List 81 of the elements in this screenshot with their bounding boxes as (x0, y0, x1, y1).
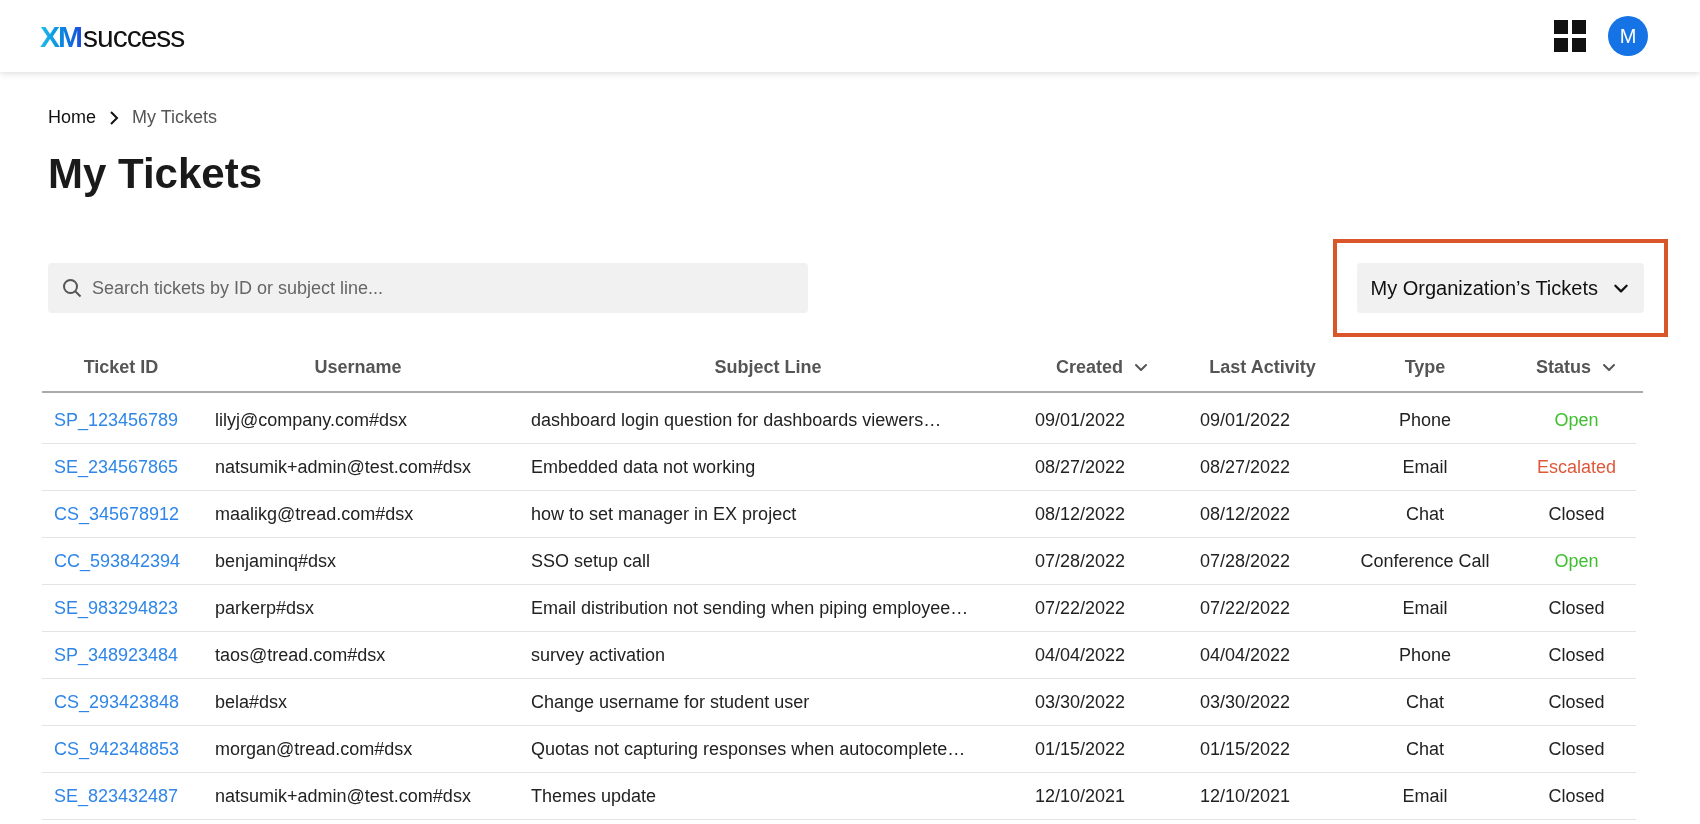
status-text: Closed (1548, 784, 1605, 808)
table-cell-text: how to set manager in EX project (531, 502, 797, 526)
table-cell-text: Embedded data not working (531, 455, 756, 479)
table-cell-text: 08/27/2022 (1035, 455, 1126, 479)
status-text: Closed (1548, 596, 1605, 620)
status-text: Closed (1548, 643, 1605, 667)
column-header: Last Activity (1209, 355, 1316, 379)
user-avatar[interactable]: M (1608, 16, 1648, 56)
column-header[interactable]: Created (1056, 353, 1123, 381)
ticket-link[interactable]: SE_983294823 (54, 597, 179, 618)
search-icon (62, 278, 82, 298)
ticket-link[interactable]: SP_348923484 (54, 644, 179, 665)
table-cell-text: 12/10/2021 (1200, 784, 1291, 808)
table-cell-text: 01/15/2022 (1035, 737, 1126, 761)
table-cell-text: Chat (1406, 502, 1444, 526)
ticket-link[interactable]: CS_345678912 (54, 503, 180, 524)
table-cell-text: bela#dsx (215, 690, 288, 714)
table-cell-text: Quotas not capturing responses when autocomplete… (531, 737, 966, 761)
table-cell-text: Change username for student user (531, 690, 810, 714)
table-cell-text: SSO setup call (531, 549, 651, 573)
ticket-link[interactable]: SE_823432487 (54, 785, 179, 806)
table-cell-text: 08/27/2022 (1200, 455, 1291, 479)
table-cell-text: survey activation (531, 643, 666, 667)
table-cell-text: 07/22/2022 (1035, 596, 1126, 620)
column-header: Username (314, 355, 402, 379)
table-cell-text: 03/30/2022 (1200, 690, 1291, 714)
table-cell-text: 08/12/2022 (1035, 502, 1126, 526)
column-header: Subject Line (714, 355, 822, 379)
table-cell-text: parkerp#dsx (215, 596, 315, 620)
table-cell-text: natsumik+admin@test.com#dsx (215, 784, 471, 808)
table-cell-text: Email (1402, 596, 1448, 620)
table-cell-text: Conference Call (1360, 549, 1490, 573)
status-text: Closed (1548, 502, 1605, 526)
table-cell-text: Phone (1398, 408, 1452, 432)
breadcrumb-current[interactable]: My Tickets (132, 104, 218, 131)
table-cell-text: 09/01/2022 (1035, 408, 1126, 432)
table-cell-text: Email (1402, 784, 1448, 808)
table-cell-text: Chat (1406, 690, 1444, 714)
table-cell-text: taos@tread.com#dsx (215, 643, 386, 667)
status-text: Open (1554, 408, 1599, 432)
table-cell-text: Email (1402, 455, 1448, 479)
table-cell-text: morgan@tread.com#dsx (215, 737, 413, 761)
chevron-right-icon (108, 110, 120, 125)
table-cell-text: 07/28/2022 (1035, 549, 1126, 573)
column-header: Type (1404, 355, 1446, 379)
ticket-link[interactable]: SP_123456789 (54, 409, 179, 430)
status-text: Open (1554, 549, 1599, 573)
table-cell-text: 12/10/2021 (1035, 784, 1126, 808)
status-text: Closed (1548, 690, 1605, 714)
page-title: My Tickets (48, 153, 263, 195)
table-cell-text: benjaminq#dsx (215, 549, 337, 573)
app-grid-icon[interactable] (1554, 20, 1586, 52)
ticket-link[interactable]: CC_593842394 (54, 550, 181, 571)
table-cell-text: 04/04/2022 (1200, 643, 1291, 667)
table-cell-text: 03/30/2022 (1035, 690, 1126, 714)
table-cell-text: 04/04/2022 (1035, 643, 1126, 667)
table-cell-text: lilyj@company.com#dsx (215, 408, 407, 432)
table-cell-text: Phone (1398, 643, 1452, 667)
ticket-link[interactable]: SE_234567865 (54, 456, 179, 477)
table-cell-text: 08/12/2022 (1200, 502, 1291, 526)
table-cell-text: Themes update (531, 784, 657, 808)
table-cell-text: 07/28/2022 (1200, 549, 1291, 573)
filter-dropdown[interactable]: My Organization’s Tickets (1356, 263, 1644, 313)
ticket-link[interactable]: CS_942348853 (54, 738, 180, 759)
column-header[interactable]: Status (1536, 353, 1591, 381)
search-input[interactable]: Search tickets by ID or subject line... (92, 274, 794, 302)
search-field[interactable]: Search tickets by ID or subject line... (48, 263, 808, 313)
table-cell-text: natsumik+admin@test.com#dsx (215, 455, 471, 479)
table-cell-text: 01/15/2022 (1200, 737, 1291, 761)
table-cell-text: Email distribution not sending when piping employee… (531, 596, 969, 620)
table-cell-text: 07/22/2022 (1200, 596, 1291, 620)
logo[interactable]: XMsuccess (40, 13, 185, 59)
table-cell-text: 09/01/2022 (1200, 408, 1291, 432)
breadcrumb-link[interactable]: Home (48, 104, 96, 131)
table-cell-text: dashboard login question for dashboards viewers… (531, 408, 942, 432)
ticket-link[interactable]: CS_293423848 (54, 691, 180, 712)
status-text: Closed (1548, 737, 1605, 761)
column-header: Ticket ID (83, 355, 159, 379)
table-cell-text: maalikg@tread.com#dsx (215, 502, 414, 526)
status-text: Escalated (1536, 455, 1617, 479)
table-cell-text: Chat (1406, 737, 1444, 761)
